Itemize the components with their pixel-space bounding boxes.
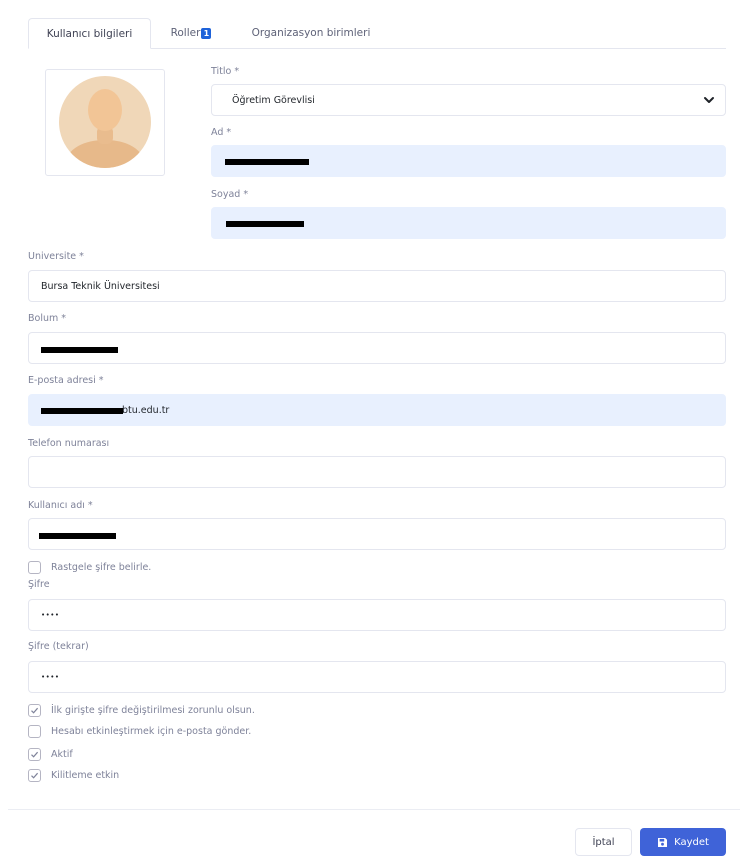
active-checkbox-row[interactable]: Aktif <box>28 746 73 762</box>
lockout-checkbox-row[interactable]: Kilitleme etkin <box>28 767 119 783</box>
department-input[interactable] <box>28 332 726 364</box>
cancel-button[interactable]: İptal <box>575 828 632 856</box>
tab-org-units-label: Organizasyon birimleri <box>251 27 371 39</box>
university-label: Universite * <box>28 251 84 262</box>
tab-user-info-label: Kullanıcı bilgileri <box>46 27 133 40</box>
university-value: Bursa Teknik Üniversitesi <box>41 280 160 292</box>
username-input[interactable] <box>28 518 726 550</box>
password-repeat-input[interactable]: •••• <box>28 661 726 693</box>
phone-input[interactable] <box>28 456 726 488</box>
phone-label: Telefon numarası <box>28 438 110 449</box>
university-input[interactable]: Bursa Teknik Üniversitesi <box>28 270 726 302</box>
password-value: •••• <box>41 611 60 619</box>
redaction-bar <box>39 533 116 539</box>
password-repeat-value: •••• <box>41 673 60 681</box>
tab-bar: Kullanıcı bilgileri Roller 1 Organizasyon… <box>28 18 726 49</box>
cancel-button-label: İptal <box>592 836 615 848</box>
password-repeat-label: Şifre (tekrar) <box>28 641 89 652</box>
email-label: E-posta adresi * <box>28 375 104 386</box>
send-activation-checkbox-row[interactable]: Hesabı etkinleştirmek için e-posta gönde… <box>28 723 251 739</box>
tab-user-info[interactable]: Kullanıcı bilgileri <box>28 18 151 49</box>
force-change-checkbox[interactable] <box>28 703 41 717</box>
first-name-label: Ad * <box>211 127 232 138</box>
title-select-value: Öğretim Görevlisi <box>232 94 315 106</box>
active-label: Aktif <box>51 748 73 760</box>
avatar-frame[interactable] <box>45 69 165 176</box>
active-checkbox[interactable] <box>28 747 41 761</box>
lockout-label: Kilitleme etkin <box>51 769 120 781</box>
floppy-disk-icon <box>658 837 668 847</box>
roles-count-badge: 1 <box>201 27 212 39</box>
footer-divider <box>8 809 740 810</box>
force-change-checkbox-row[interactable]: İlk girişte şifre değiştirilmesi zorunlu… <box>28 702 255 718</box>
random-password-checkbox[interactable] <box>28 560 41 574</box>
password-input[interactable]: •••• <box>28 599 726 631</box>
check-icon <box>31 707 39 714</box>
check-icon <box>31 772 39 779</box>
random-password-label: Rastgele şifre belirle. <box>51 561 152 573</box>
last-name-input[interactable] <box>211 207 726 239</box>
redaction-bar <box>41 347 118 353</box>
force-change-label: İlk girişte şifre değiştirilmesi zorunlu… <box>51 704 255 716</box>
username-label: Kullanıcı adı * <box>28 500 93 511</box>
email-input[interactable]: btu.edu.tr <box>28 394 726 426</box>
random-password-checkbox-row[interactable]: Rastgele şifre belirle. <box>28 559 151 575</box>
tab-org-units[interactable]: Organizasyon birimleri <box>231 18 391 48</box>
chevron-down-icon <box>704 97 714 103</box>
department-label: Bolum * <box>28 313 67 324</box>
redaction-bar <box>226 221 304 227</box>
send-activation-label: Hesabı etkinleştirmek için e-posta gönde… <box>51 725 252 737</box>
redaction-bar <box>41 408 123 414</box>
tab-roles[interactable]: Roller 1 <box>160 18 222 48</box>
title-select[interactable]: Öğretim Görevlisi <box>211 84 726 116</box>
last-name-label: Soyad * <box>211 189 249 200</box>
save-button-label: Kaydet <box>674 836 709 848</box>
redaction-bar <box>225 159 309 165</box>
first-name-input[interactable] <box>211 145 726 177</box>
check-icon <box>31 751 39 758</box>
title-label: Titlo * <box>211 66 240 77</box>
password-label: Şifre <box>28 579 50 590</box>
user-avatar-icon <box>59 76 151 168</box>
send-activation-checkbox[interactable] <box>28 724 41 738</box>
save-button[interactable]: Kaydet <box>640 828 726 856</box>
tab-roles-label: Roller <box>170 27 201 39</box>
lockout-checkbox[interactable] <box>28 768 41 782</box>
